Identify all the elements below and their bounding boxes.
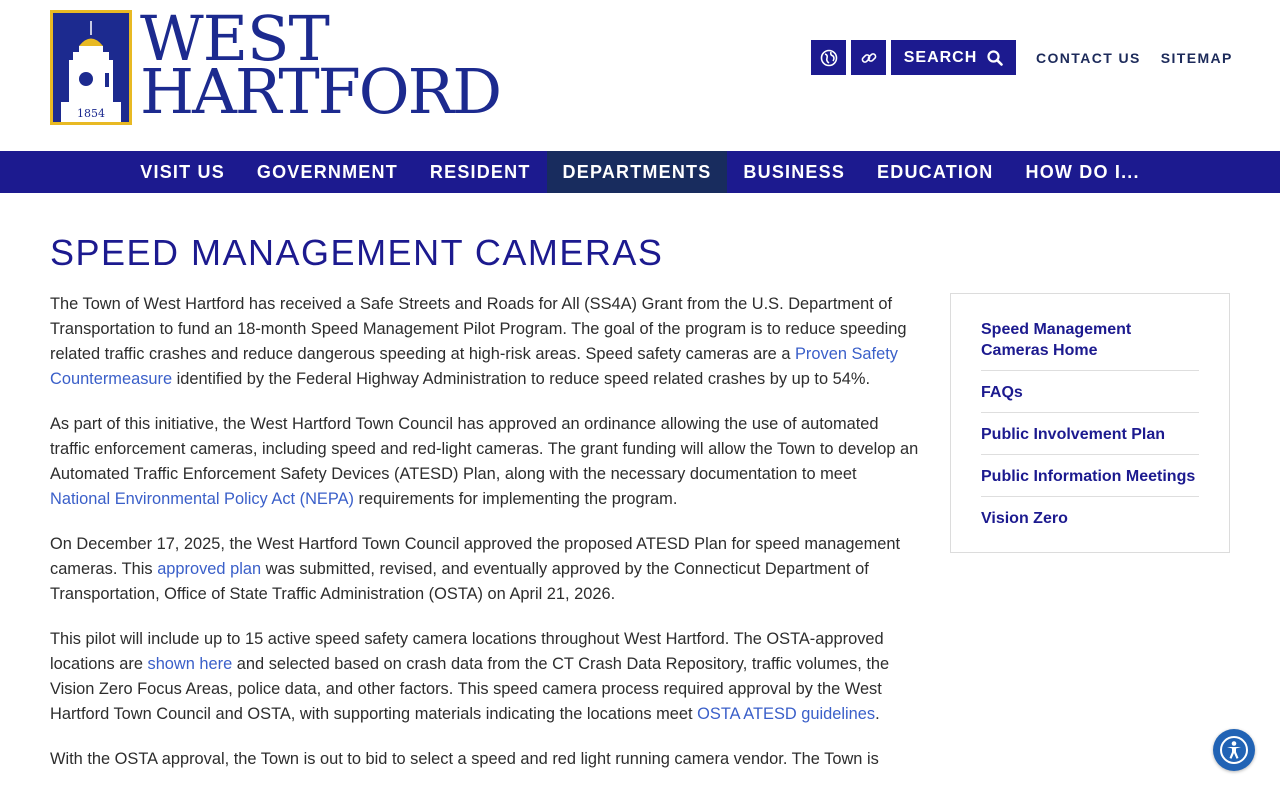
search-button-label: SEARCH (903, 48, 978, 66)
logo-line-2: HARTFORD (140, 55, 502, 129)
site-header: 1854 WEST HARTFORD SEARCH CONTACT US SIT… (0, 0, 1280, 151)
paragraph-text: With the OSTA approval, the Town is out … (50, 750, 879, 768)
contact-us-link[interactable]: CONTACT US (1036, 50, 1141, 66)
accessibility-icon (1220, 736, 1248, 764)
paragraph-intro: The Town of West Hartford has received a… (50, 292, 920, 392)
page-title: SPEED MANAGEMENT CAMERAS (50, 232, 664, 273)
main-content: The Town of West Hartford has received a… (50, 292, 920, 792)
sidebar-item-faqs[interactable]: FAQs (981, 381, 1199, 413)
search-button[interactable]: SEARCH (891, 40, 1016, 75)
paragraph-text: As part of this initiative, the West Har… (50, 415, 919, 483)
sidebar-item-public-involvement-plan[interactable]: Public Involvement Plan (981, 423, 1199, 455)
nav-item-business[interactable]: BUSINESS (727, 151, 861, 193)
seal-year: 1854 (77, 107, 105, 120)
paragraph-approval: On December 17, 2025, the West Hartford … (50, 532, 920, 607)
paragraph-text: . (875, 705, 880, 723)
shown-here-link[interactable]: shown here (148, 655, 233, 673)
globe-icon (820, 49, 837, 66)
accessibility-button[interactable] (1213, 729, 1255, 771)
quick-links-button[interactable] (851, 40, 886, 75)
paragraph-vendor: With the OSTA approval, the Town is out … (50, 747, 920, 772)
translate-button[interactable] (811, 40, 846, 75)
nav-item-government[interactable]: GOVERNMENT (241, 151, 414, 193)
link-icon (861, 52, 876, 63)
sidebar-item-home[interactable]: Speed Management Cameras Home (981, 318, 1199, 371)
nav-item-resident[interactable]: RESIDENT (414, 151, 547, 193)
sidebar-nav: Speed Management Cameras Home FAQs Publi… (950, 293, 1230, 553)
town-seal-icon: 1854 (50, 10, 132, 125)
nav-item-how-do-i[interactable]: HOW DO I... (1010, 151, 1156, 193)
nav-item-education[interactable]: EDUCATION (861, 151, 1009, 193)
search-icon (987, 49, 1004, 66)
osta-guidelines-link[interactable]: OSTA ATESD guidelines (697, 705, 875, 723)
main-nav: VISIT US GOVERNMENT RESIDENT DEPARTMENTS… (0, 151, 1280, 193)
utility-bar: SEARCH CONTACT US SITEMAP (811, 40, 1233, 75)
paragraph-pilot: This pilot will include up to 15 active … (50, 627, 920, 727)
logo-wordmark: WEST HARTFORD (140, 7, 502, 129)
paragraph-text: The Town of West Hartford has received a… (50, 295, 907, 363)
nav-item-departments[interactable]: DEPARTMENTS (546, 151, 728, 193)
paragraph-text: identified by the Federal Highway Admini… (172, 370, 871, 388)
nepa-link[interactable]: National Environmental Policy Act (NEPA) (50, 490, 354, 508)
sitemap-link[interactable]: SITEMAP (1161, 50, 1233, 66)
approved-plan-link[interactable]: approved plan (157, 560, 261, 578)
sidebar-item-vision-zero[interactable]: Vision Zero (981, 507, 1199, 538)
nav-item-visit-us[interactable]: VISIT US (124, 151, 241, 193)
sidebar-item-public-information-meetings[interactable]: Public Information Meetings (981, 465, 1199, 497)
paragraph-text: requirements for implementing the progra… (353, 490, 678, 508)
site-logo[interactable]: 1854 WEST HARTFORD (50, 7, 502, 129)
paragraph-initiative: As part of this initiative, the West Har… (50, 412, 920, 512)
